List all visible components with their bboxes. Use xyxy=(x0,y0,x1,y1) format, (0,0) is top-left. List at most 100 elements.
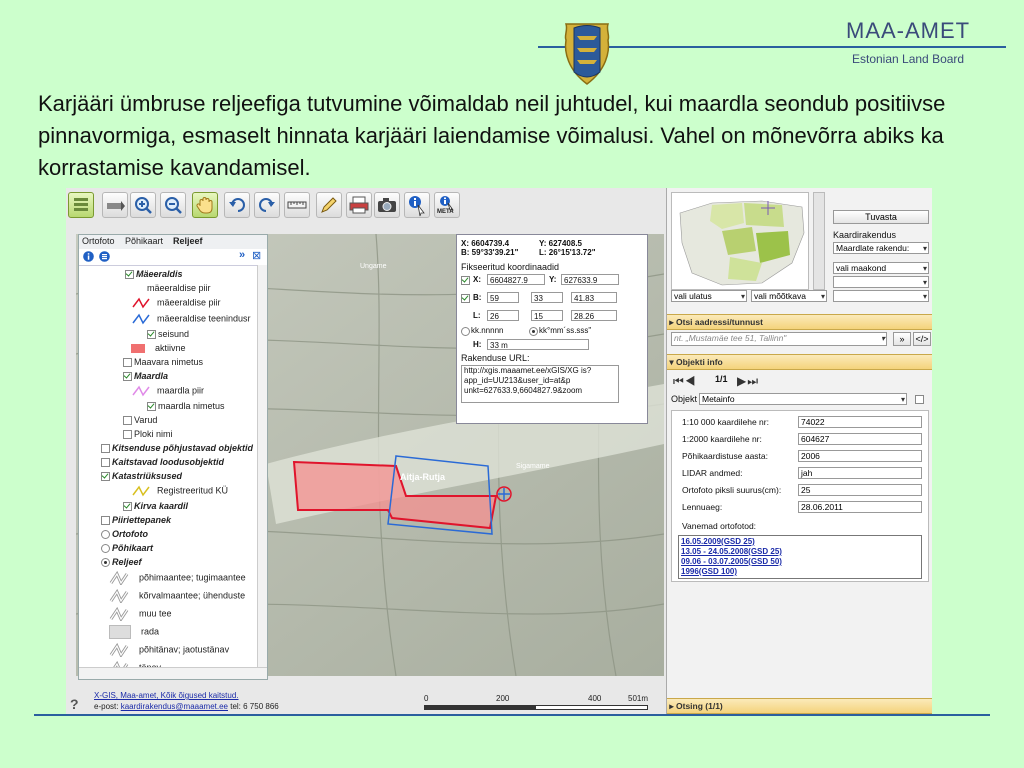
layer-row[interactable]: seisund xyxy=(147,329,189,340)
x-y-checkbox[interactable] xyxy=(461,276,470,285)
undo-button[interactable] xyxy=(224,192,250,218)
layer-panel-scrollbar[interactable] xyxy=(257,265,267,669)
b-degrees-field[interactable]: 59 xyxy=(487,292,519,303)
layer-checkbox[interactable] xyxy=(123,502,132,512)
object-checkbox[interactable] xyxy=(915,395,924,404)
camera-button[interactable] xyxy=(374,192,400,218)
layer-row[interactable]: Kaitstavad loodusobjektid xyxy=(101,457,224,468)
hand-button[interactable] xyxy=(192,192,218,218)
layer-checkbox[interactable] xyxy=(101,516,110,526)
measure-button[interactable] xyxy=(284,192,310,218)
info-icon[interactable] xyxy=(83,251,94,262)
b-seconds-field[interactable]: 41.83 xyxy=(571,292,617,303)
layer-row[interactable]: Piiriettepanek xyxy=(101,515,171,526)
layer-row[interactable]: Mäeeraldis xyxy=(125,269,183,280)
layer-row[interactable]: Kitsenduse põhjustavad objektid xyxy=(101,443,253,454)
redo-button[interactable] xyxy=(254,192,280,218)
orthophoto-link[interactable]: 16.05.2009(GSD 25) xyxy=(681,537,919,547)
tab-ortofoto[interactable]: Ortofoto xyxy=(82,236,115,246)
info-value-field[interactable]: 74022 xyxy=(798,416,922,428)
orthophoto-link[interactable]: 13.05 - 24.05.2008(GSD 25) xyxy=(681,547,919,557)
info-value-field[interactable]: 604627 xyxy=(798,433,922,445)
app-url-field[interactable]: http://xgis.maaamet.ee/xGIS/XG is?app_id… xyxy=(461,365,619,403)
pager-prev-icons[interactable]: ⏮◀ xyxy=(673,374,697,389)
layer-checkbox[interactable] xyxy=(101,472,110,482)
scope-select[interactable]: vali ulatus xyxy=(671,290,747,302)
y-field[interactable]: 627633.9 xyxy=(561,274,619,285)
layers-button[interactable] xyxy=(68,192,94,218)
layer-checkbox[interactable] xyxy=(123,372,132,382)
b-l-checkbox[interactable] xyxy=(461,294,470,303)
height-field[interactable]: 33 m xyxy=(487,339,589,350)
layer-radio[interactable] xyxy=(101,544,110,554)
search-go-button[interactable]: » xyxy=(893,332,911,346)
search-results-header[interactable]: ▸ Otsing (1/1) xyxy=(667,698,932,714)
extra-select-2[interactable] xyxy=(833,290,929,302)
layer-checkbox[interactable] xyxy=(123,430,132,440)
tab-pohikaart[interactable]: Põhikaart xyxy=(125,236,163,246)
overview-zoom-slider[interactable] xyxy=(813,192,825,290)
layer-row[interactable]: Maardla xyxy=(123,371,168,382)
scale-select[interactable]: vali mõõtkava xyxy=(751,290,827,302)
layer-checkbox[interactable] xyxy=(123,358,132,368)
layer-checkbox[interactable] xyxy=(147,402,156,412)
close-icon[interactable]: ⊠ xyxy=(252,249,261,262)
b-minutes-field[interactable]: 33 xyxy=(531,292,563,303)
info-value-field[interactable]: 28.06.2011 xyxy=(798,501,922,513)
info-value-field[interactable]: 25 xyxy=(798,484,922,496)
layer-checkbox[interactable] xyxy=(123,416,132,426)
layer-radio[interactable] xyxy=(101,558,110,568)
object-select[interactable]: Metainfo xyxy=(699,393,907,405)
help-icon[interactable]: ? xyxy=(70,696,79,712)
zoom-out-button[interactable] xyxy=(160,192,186,218)
pencil-button[interactable] xyxy=(316,192,342,218)
expand-icon[interactable]: » xyxy=(239,249,245,261)
layer-row[interactable]: Põhikaart xyxy=(101,543,153,554)
address-search-header[interactable]: ▸ Otsi aadressi/tunnust xyxy=(667,314,932,330)
object-info-header[interactable]: ▾ Objekti info xyxy=(667,354,932,370)
meta-info-button[interactable]: META xyxy=(434,192,460,218)
code-icon[interactable]: </> xyxy=(913,332,931,346)
layer-row[interactable]: Ortofoto xyxy=(101,529,148,540)
extra-select-1[interactable] xyxy=(833,276,929,288)
x-field[interactable]: 6604827.9 xyxy=(487,274,545,285)
info-button[interactable] xyxy=(404,192,430,218)
layer-radio[interactable] xyxy=(101,530,110,540)
copyright-link[interactable]: X-GIS, Maa-amet, Kõik õigused kaitstud. xyxy=(94,691,239,700)
layer-row[interactable]: Ploki nimi xyxy=(123,429,173,440)
app-select[interactable]: Maardlate rakendu: xyxy=(833,242,929,254)
layer-row: mäeeraldise piir xyxy=(147,283,211,293)
l-minutes-field[interactable]: 15 xyxy=(531,310,563,321)
layer-row[interactable]: maardla nimetus xyxy=(147,401,225,412)
print-button[interactable] xyxy=(346,192,372,218)
l-seconds-field[interactable]: 28.26 xyxy=(571,310,617,321)
layer-row[interactable]: Kirva kaardil xyxy=(123,501,188,512)
layer-checkbox[interactable] xyxy=(101,458,110,468)
format-dms-radio[interactable] xyxy=(529,327,538,336)
overview-map[interactable] xyxy=(671,192,809,290)
zoom-in-button[interactable] xyxy=(130,192,156,218)
format-decimal-radio[interactable] xyxy=(461,327,470,336)
info-value-field[interactable]: 2006 xyxy=(798,450,922,462)
layer-row[interactable]: Katastriüksused xyxy=(101,471,182,482)
layer-row[interactable]: Reljeef xyxy=(101,557,142,568)
layer-row[interactable]: Maavara nimetus xyxy=(123,357,203,368)
info-icon xyxy=(409,196,425,217)
layer-checkbox[interactable] xyxy=(125,270,134,280)
layer-row[interactable]: Varud xyxy=(123,415,157,426)
layer-checkbox[interactable] xyxy=(101,444,110,454)
list-icon[interactable] xyxy=(99,251,110,262)
layer-checkbox[interactable] xyxy=(147,330,156,340)
county-select[interactable]: vali maakond xyxy=(833,262,929,274)
orthophoto-link[interactable]: 1996(GSD 100) xyxy=(681,567,919,577)
pan-back-button[interactable] xyxy=(102,192,128,218)
layer-panel-hscrollbar[interactable] xyxy=(79,667,267,679)
orthophoto-link[interactable]: 09.06 - 03.07.2005(GSD 50) xyxy=(681,557,919,567)
address-search-input[interactable]: nt. „Mustamäe tee 51, Tallinn" xyxy=(671,332,887,346)
email-link[interactable]: kaardirakendus@maaamet.ee xyxy=(121,702,228,711)
identify-button[interactable]: Tuvasta xyxy=(833,210,929,224)
pager-next-icons[interactable]: ▶⏭ xyxy=(737,374,759,389)
tab-reljeef[interactable]: Reljeef xyxy=(173,236,203,246)
info-value-field[interactable]: jah xyxy=(798,467,922,479)
l-degrees-field[interactable]: 26 xyxy=(487,310,519,321)
